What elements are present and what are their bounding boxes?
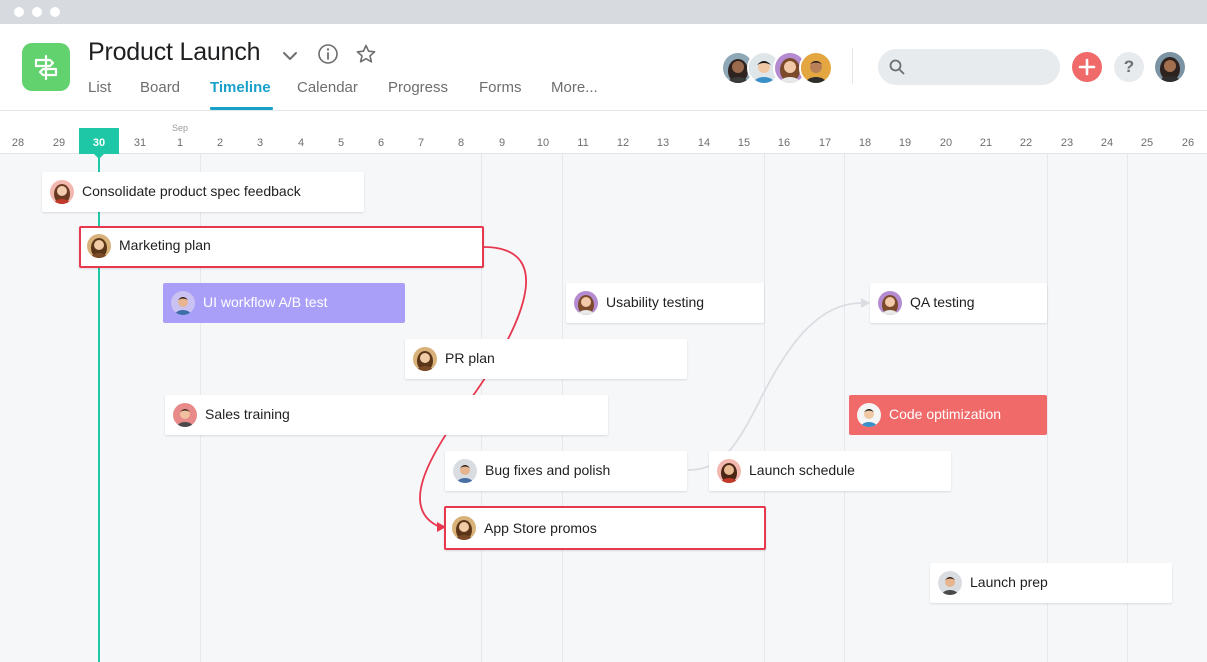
assignee-avatar (173, 403, 197, 427)
task-card[interactable]: QA testing (870, 283, 1047, 323)
task-label: Launch prep (970, 574, 1048, 590)
task-label: App Store promos (484, 520, 597, 536)
app-window: Product Launch List Board Timeline Calen… (0, 0, 1207, 662)
task-card[interactable]: Launch schedule (709, 451, 951, 491)
assignee-avatar (413, 347, 437, 371)
dependency-arrowhead (861, 298, 870, 308)
task-label: Code optimization (889, 406, 1002, 422)
assignee-avatar (574, 291, 598, 315)
task-label: UI workflow A/B test (203, 294, 328, 310)
dependency-arrow (687, 302, 863, 471)
assignee-avatar (857, 403, 881, 427)
task-label: Launch schedule (749, 462, 855, 478)
assignee-avatar (453, 459, 477, 483)
assignee-avatar (171, 291, 195, 315)
task-card[interactable]: Sales training (165, 395, 608, 435)
task-label: Marketing plan (119, 237, 211, 253)
task-card[interactable]: UI workflow A/B test (163, 283, 405, 323)
task-card[interactable]: Usability testing (566, 283, 764, 323)
task-label: PR plan (445, 350, 495, 366)
task-card-highlighted[interactable]: App Store promos (444, 506, 766, 550)
assignee-avatar (87, 234, 111, 258)
task-card[interactable]: Code optimization (849, 395, 1047, 435)
task-label: Consolidate product spec feedback (82, 183, 301, 199)
assignee-avatar (938, 571, 962, 595)
task-card[interactable]: PR plan (405, 339, 687, 379)
task-label: QA testing (910, 294, 975, 310)
task-label: Sales training (205, 406, 290, 422)
task-label: Usability testing (606, 294, 705, 310)
task-card[interactable]: Launch prep (930, 563, 1172, 603)
task-card[interactable]: Bug fixes and polish (445, 451, 687, 491)
assignee-avatar (452, 516, 476, 540)
task-card[interactable]: Consolidate product spec feedback (42, 172, 364, 212)
task-label: Bug fixes and polish (485, 462, 611, 478)
assignee-avatar (717, 459, 741, 483)
task-card-highlighted[interactable]: Marketing plan (79, 226, 484, 268)
assignee-avatar (878, 291, 902, 315)
assignee-avatar (50, 180, 74, 204)
